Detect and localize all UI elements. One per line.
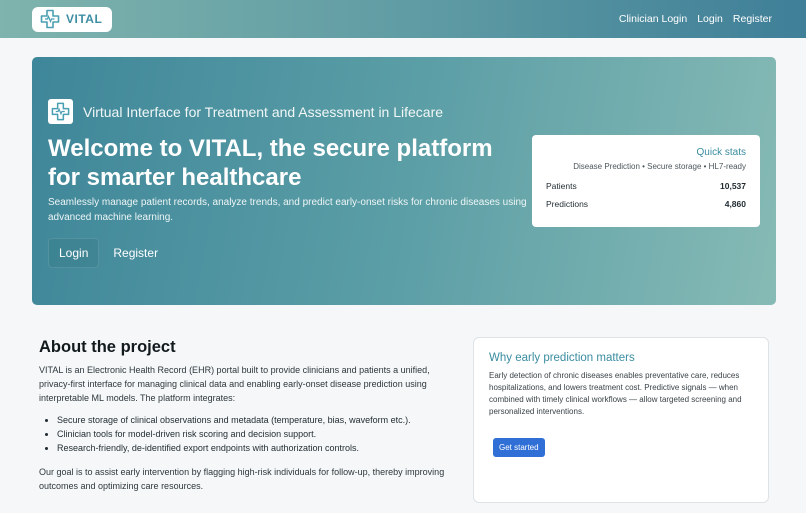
hero-register-button[interactable]: Register (113, 246, 158, 260)
brand-name: VITAL (66, 12, 103, 26)
about-goal: Our goal is to assist early intervention… (39, 467, 445, 491)
stats-label: Patients (546, 181, 577, 191)
brand-logo[interactable]: VITAL (32, 6, 113, 32)
nav-login-link[interactable]: Login (697, 13, 723, 25)
hero-subtitle: Virtual Interface for Treatment and Asse… (83, 103, 444, 120)
hero-description: Seamlessly manage patient records, analy… (48, 197, 527, 223)
why-body: Early detection of chronic diseases enab… (489, 371, 742, 416)
stats-value: 10,537 (720, 181, 746, 191)
stats-row-predictions: Predictions 4,860 (546, 199, 746, 209)
hero-title: Welcome to VITAL, the secure platform fo… (48, 135, 493, 191)
quick-stats-tagline: Disease Prediction • Secure storage • HL… (573, 162, 746, 171)
quick-stats-card: Quick stats Disease Prediction • Secure … (532, 135, 760, 227)
list-item: Research-friendly, de-identified export … (57, 441, 459, 455)
nav-clinician-login-link[interactable]: Clinician Login (619, 13, 687, 25)
about-feature-list: Secure storage of clinical observations … (57, 413, 459, 455)
why-prediction-card: Why early prediction matters Early detec… (473, 337, 769, 503)
list-item: Secure storage of clinical observations … (57, 413, 459, 427)
get-started-button[interactable]: Get started (493, 438, 545, 457)
about-heading: About the project (39, 338, 176, 356)
why-heading: Why early prediction matters (489, 352, 635, 364)
medical-cross-icon (40, 9, 60, 29)
hero-login-button[interactable]: Login (48, 238, 100, 268)
about-section: About the project VITAL is an Electronic… (39, 338, 459, 493)
medical-cross-icon (48, 99, 73, 124)
stats-value: 4,860 (724, 199, 746, 209)
stats-row-patients: Patients 10,537 (546, 181, 746, 191)
about-intro: VITAL is an Electronic Health Record (EH… (39, 365, 430, 403)
stats-label: Predictions (546, 199, 589, 209)
top-navbar: VITAL Clinician Login Login Register (0, 0, 806, 38)
hero-banner: Virtual Interface for Treatment and Asse… (32, 57, 776, 305)
list-item: Clinician tools for model-driven risk sc… (57, 427, 459, 441)
quick-stats-title: Quick stats (696, 147, 746, 158)
nav-register-link[interactable]: Register (733, 13, 772, 25)
